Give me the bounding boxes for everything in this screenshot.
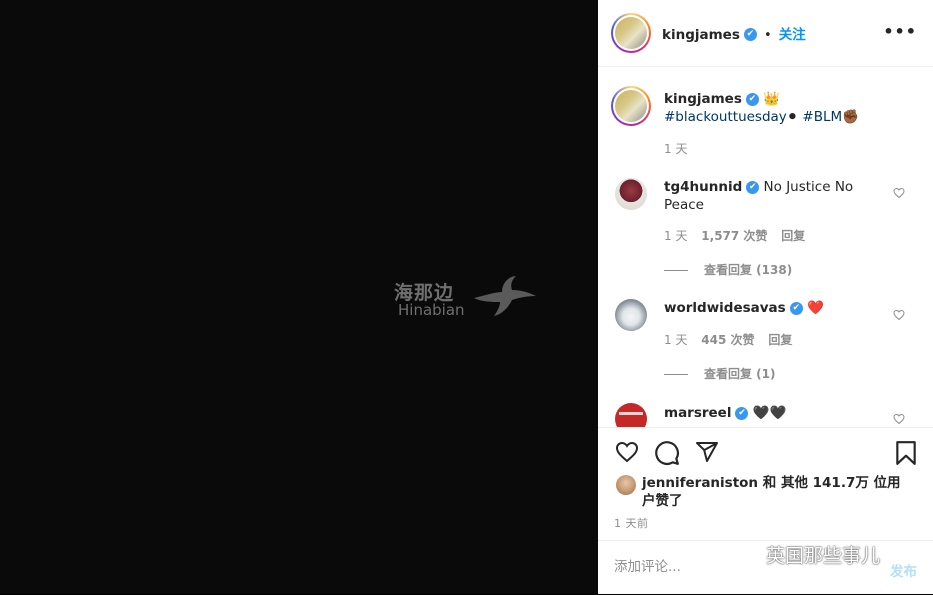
dot-separator: • bbox=[763, 28, 772, 43]
crown-emoji: 👑 bbox=[763, 91, 780, 107]
small-heart-icon[interactable] bbox=[893, 413, 905, 425]
header-user-block: kingjames ✔ • 关注 bbox=[662, 23, 806, 43]
hashtag-blackouttuesday[interactable]: #blackouttuesday bbox=[664, 109, 787, 125]
comments-list[interactable]: kingjames ✔ 👑#blackouttuesday⚫ #BLM✊🏾 1 天… bbox=[598, 67, 933, 427]
circle-emoji: ⚫ bbox=[786, 109, 799, 125]
comment-text: tg4hunnid ✔ No Justice No Peace bbox=[664, 178, 879, 214]
comment-body: ❤️ bbox=[807, 300, 824, 316]
comment-time[interactable]: 1 天 bbox=[664, 333, 687, 347]
verified-icon: ✔ bbox=[743, 28, 757, 41]
comment-avatar[interactable] bbox=[615, 178, 647, 210]
view-replies-label: 查看回复 (138) bbox=[704, 263, 793, 277]
post-sidebar: kingjames ✔ • 关注 ••• kingjames ✔ 👑#blackou… bbox=[598, 0, 933, 594]
caption-time[interactable]: 1 天 bbox=[664, 140, 687, 157]
comment-avatar[interactable] bbox=[615, 403, 647, 427]
verified-icon: ✔ bbox=[735, 406, 749, 420]
post-header: kingjames ✔ • 关注 ••• bbox=[598, 0, 933, 67]
view-replies-label: 查看回复 (1) bbox=[704, 367, 776, 381]
hashtag-blm[interactable]: #BLM bbox=[802, 109, 842, 125]
likes-summary[interactable]: jenniferaniston 和 其他 141.7万 位用户赞了 bbox=[642, 474, 902, 510]
hinabian-watermark: 海那边 Hinabian bbox=[394, 272, 544, 320]
verified-icon: ✔ bbox=[789, 301, 803, 315]
share-icon[interactable] bbox=[694, 440, 720, 464]
post-image[interactable]: 海那边 Hinabian bbox=[0, 0, 598, 594]
heart-icon[interactable] bbox=[614, 440, 640, 464]
wechat-watermark: 英国那些事儿 bbox=[722, 538, 912, 568]
comment-meta: 1 天 1,577 次赞 回复 bbox=[664, 227, 805, 244]
author-avatar[interactable] bbox=[611, 13, 651, 53]
post-time[interactable]: 1 天前 bbox=[614, 515, 649, 531]
comment-username[interactable]: marsreel bbox=[664, 405, 731, 421]
comment-text: marsreel ✔ 🖤🖤 bbox=[664, 404, 879, 422]
view-replies-button[interactable]: 查看回复 (1) bbox=[664, 365, 776, 382]
comment-time[interactable]: 1 天 bbox=[664, 229, 687, 243]
verified-icon: ✔ bbox=[746, 180, 760, 194]
caption-text: kingjames ✔ 👑 #blackouttuesday⚫ #BLM✊🏾 bbox=[664, 90, 914, 126]
post-actions: jenniferaniston 和 其他 141.7万 位用户赞了 1 天前 bbox=[598, 427, 933, 540]
watermark-en: Hinabian bbox=[398, 301, 465, 319]
comment-likes[interactable]: 445 次赞 bbox=[701, 333, 754, 347]
comment-text: worldwidesavas ✔ ❤️ bbox=[664, 299, 879, 317]
header-username[interactable]: kingjames bbox=[662, 27, 740, 43]
wechat-account-name: 英国那些事儿 bbox=[766, 545, 881, 567]
comment-meta: 1 天 445 次赞 回复 bbox=[664, 331, 792, 348]
replies-line bbox=[664, 270, 688, 271]
comment-username[interactable]: tg4hunnid bbox=[664, 179, 742, 195]
caption-avatar[interactable] bbox=[611, 86, 651, 126]
comment-likes[interactable]: 1,577 次赞 bbox=[701, 229, 767, 243]
wechat-icon bbox=[724, 541, 759, 567]
more-options-icon[interactable]: ••• bbox=[883, 22, 917, 41]
bird-logo-icon bbox=[474, 276, 536, 316]
replies-line bbox=[664, 374, 688, 375]
bookmark-icon[interactable] bbox=[895, 440, 917, 466]
app-root: 海那边 Hinabian kingjames ✔ • 关注 ••• kingja… bbox=[0, 0, 933, 594]
comment-body: 🖤🖤 bbox=[752, 405, 787, 421]
fist-emoji: ✊🏾 bbox=[842, 109, 859, 125]
comment-username[interactable]: worldwidesavas bbox=[664, 300, 786, 316]
small-heart-icon[interactable] bbox=[893, 309, 905, 321]
verified-icon: ✔ bbox=[745, 92, 759, 106]
caption-username[interactable]: kingjames bbox=[664, 91, 742, 107]
liker-avatar[interactable] bbox=[616, 475, 636, 495]
view-replies-button[interactable]: 查看回复 (138) bbox=[664, 261, 792, 278]
follow-button[interactable]: 关注 bbox=[779, 27, 806, 43]
reply-button[interactable]: 回复 bbox=[768, 333, 792, 347]
comment-avatar[interactable] bbox=[615, 299, 647, 331]
small-heart-icon[interactable] bbox=[893, 187, 905, 199]
comment-icon[interactable] bbox=[654, 440, 680, 466]
reply-button[interactable]: 回复 bbox=[781, 229, 805, 243]
